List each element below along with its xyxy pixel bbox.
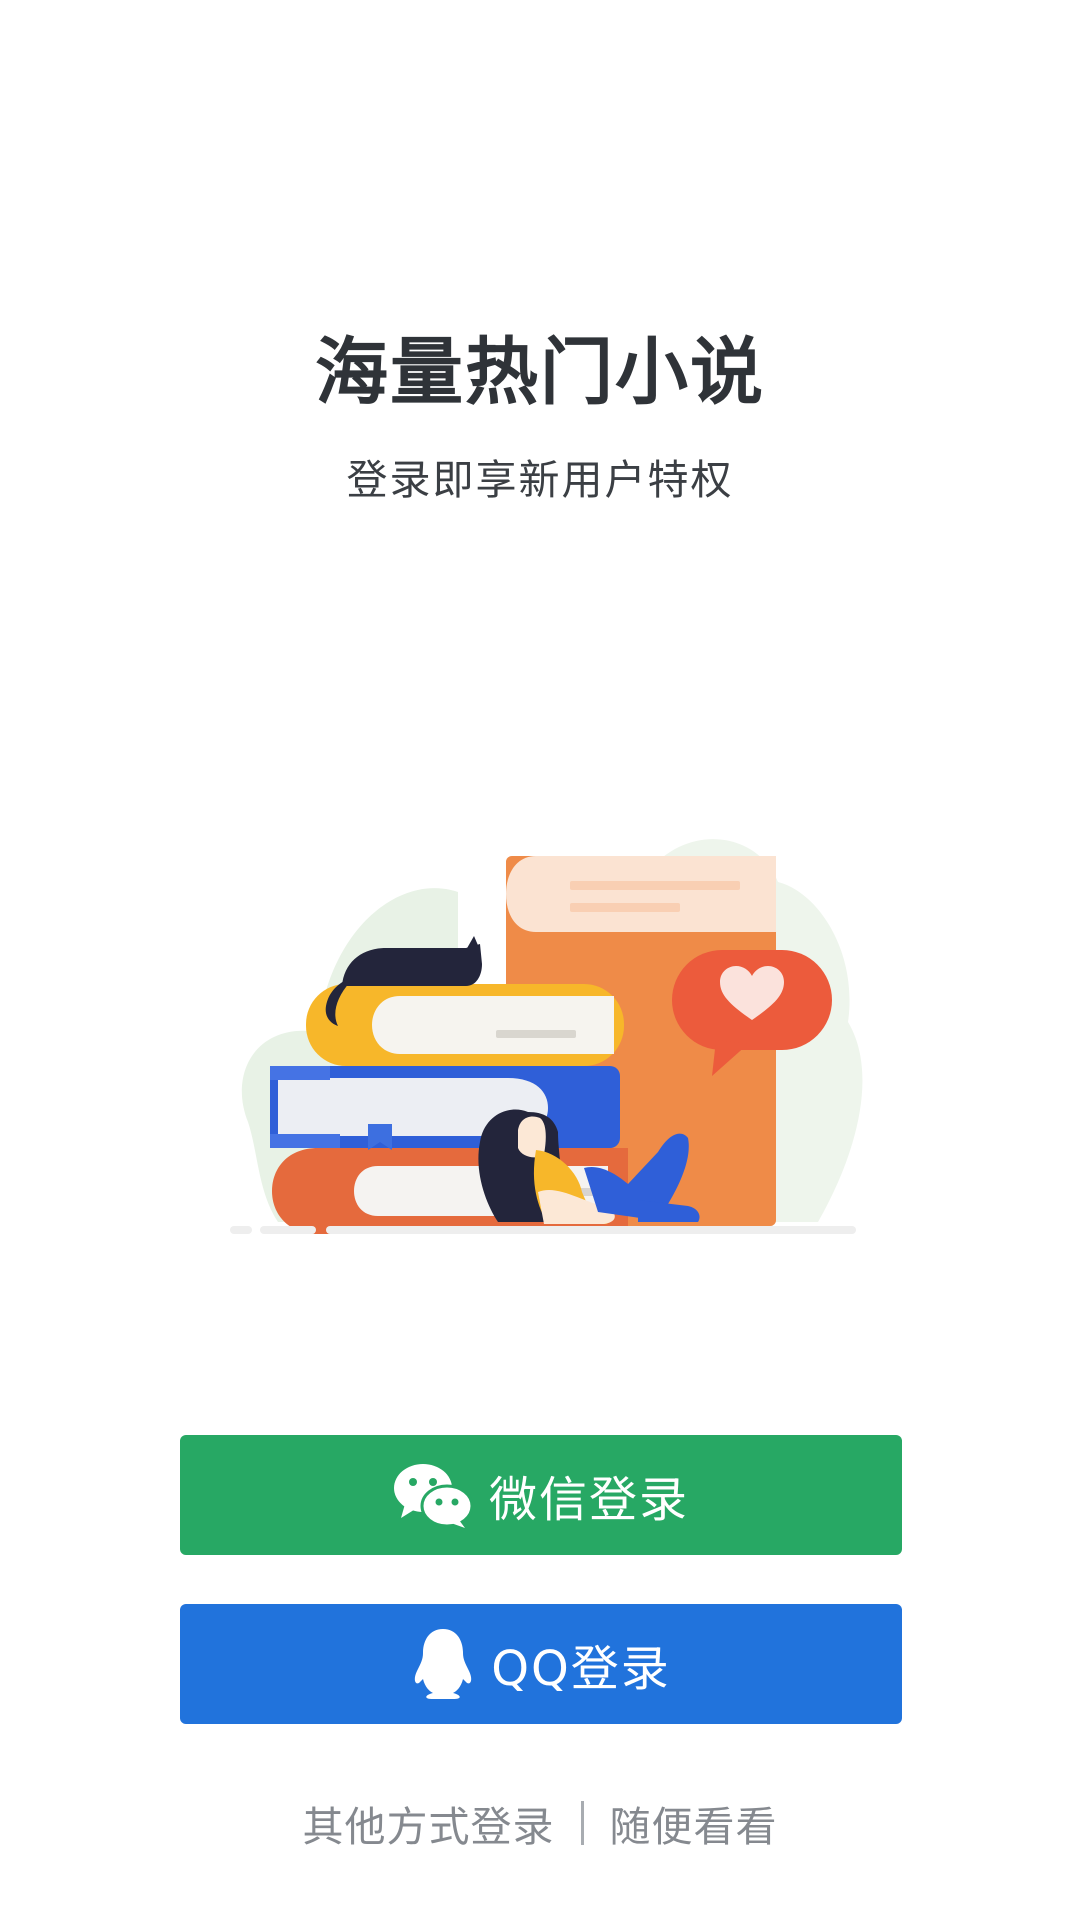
footer-links: 其他方式登录 随便看看 [0, 1793, 1080, 1853]
wechat-login-button[interactable]: 微信登录 [180, 1435, 902, 1555]
wechat-icon [393, 1462, 473, 1528]
qq-login-label: QQ登录 [491, 1641, 671, 1697]
page-title: 海量热门小说 [315, 330, 765, 415]
other-login-link[interactable]: 其他方式登录 [303, 1793, 555, 1853]
browse-link[interactable]: 随便看看 [610, 1793, 778, 1853]
tall-book-pages [506, 856, 776, 932]
blue-book [270, 1066, 620, 1150]
qq-login-button[interactable]: QQ登录 [180, 1604, 902, 1724]
footer-divider [580, 1801, 584, 1845]
yellow-book [306, 984, 624, 1066]
ground-line [230, 1226, 252, 1234]
wechat-login-label: 微信登录 [488, 1472, 689, 1528]
books-reading-illustration [218, 812, 868, 1262]
page-subtitle: 登录即享新用户特权 [346, 456, 734, 504]
qq-penguin-icon [411, 1627, 475, 1701]
